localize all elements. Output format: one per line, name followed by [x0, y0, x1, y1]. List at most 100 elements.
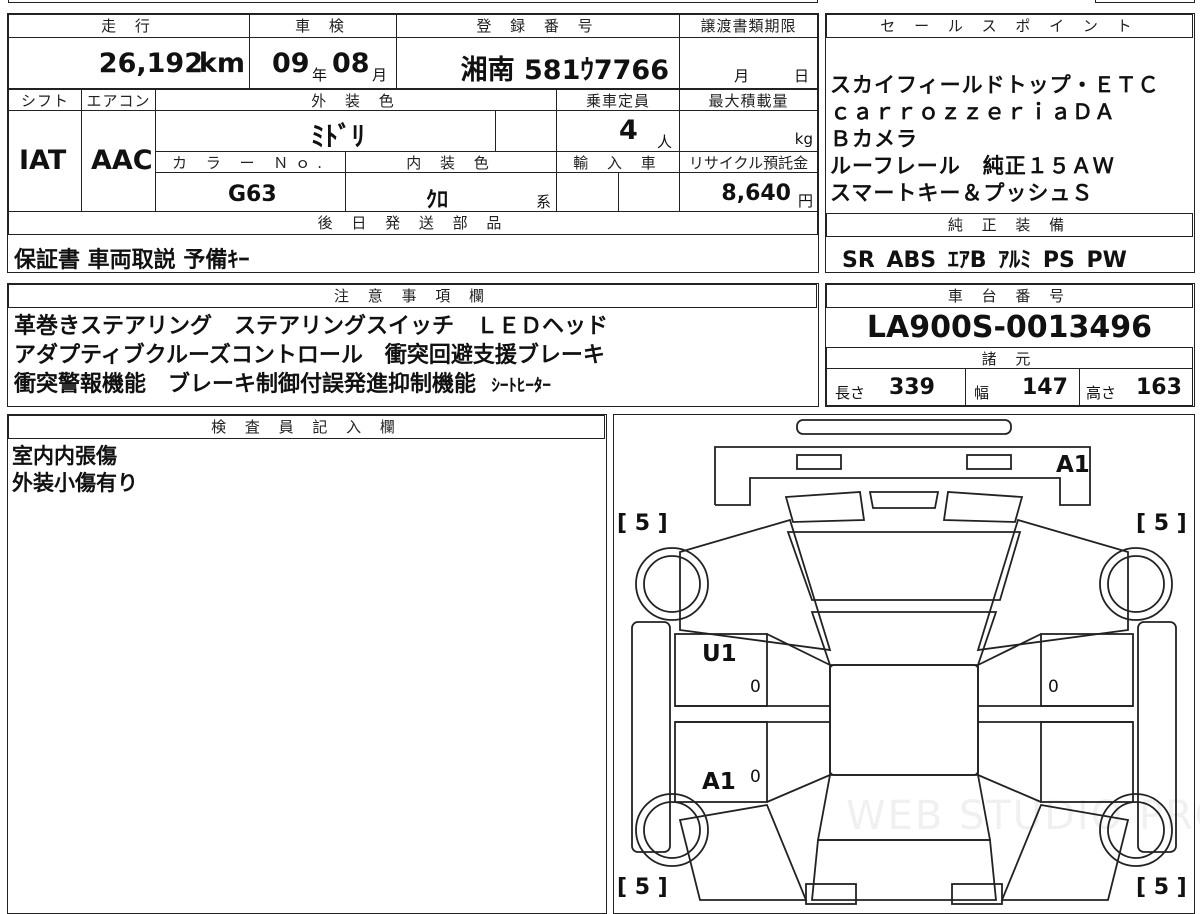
mileage-value: 26,192 — [98, 48, 203, 79]
max-load-cell: kg — [679, 110, 818, 152]
genuine-equipment-header: 純 正 装 備 — [826, 213, 1193, 237]
notes-lines: 革巻きステアリング ステアリングスイッチ ＬＥＤヘッド アダプティブクルーズコン… — [14, 312, 608, 401]
registration-cell: 湘南 581ｳ7766 — [396, 37, 680, 89]
notes-line: アダプティブクルーズコントロール 衝突回避支援ブレーキ — [14, 343, 605, 368]
zero-mark: 0 — [750, 677, 761, 697]
tire-grade-rear-right: [ 5 ] — [1136, 875, 1187, 900]
zero-mark: 0 — [1048, 677, 1059, 697]
registration-value: 湘南 581ｳ7766 — [460, 55, 669, 86]
transfer-deadline-header: 譲渡書類期限 — [679, 14, 818, 38]
genuine-equipment-value: SR ABS ｴｱB ｱﾙﾐ PS PW — [842, 248, 1127, 273]
interior-color-suffix: 系 — [536, 193, 552, 211]
capacity-header: 乗車定員 — [556, 89, 680, 111]
max-load-header: 最大積載量 — [679, 89, 818, 111]
capacity-unit: 人 — [657, 133, 673, 151]
length-value: 339 — [889, 375, 935, 400]
width-cell: 幅 147 — [965, 368, 1080, 406]
watermark: WEB STUDIO PRO — [846, 793, 1200, 839]
notes-extra: ｼｰﾄﾋｰﾀｰ — [491, 376, 551, 396]
top-cut-strip — [8, 0, 818, 3]
transfer-month-unit: 月 — [734, 67, 750, 85]
mileage-header: 走 行 — [8, 14, 250, 38]
shift-header: シフト — [8, 89, 82, 111]
parts-header: 後 日 発 送 部 品 — [8, 211, 818, 235]
inspector-lines: 室内内張傷 外装小傷有り — [12, 443, 138, 497]
aircon-value: AAC — [91, 145, 153, 176]
damage-mark-front: A1 — [1056, 452, 1090, 478]
import-cell-a — [556, 172, 619, 212]
parts-value: 保証書 車両取説 予備ｷｰ — [14, 248, 250, 273]
exterior-color-value: ﾐﾄﾞﾘ — [311, 122, 365, 153]
aircon-header: エアコン — [81, 89, 156, 111]
damage-mark-left-rear-door: A1 — [702, 769, 736, 795]
roof — [828, 663, 979, 776]
color-no-cell: G63 — [155, 172, 346, 212]
headlight-left — [784, 490, 865, 523]
inspection-month-unit: 月 — [372, 66, 388, 84]
right-pillar — [976, 632, 1041, 803]
exterior-color-extra-cell — [495, 110, 557, 152]
car-diagram-box: [ 5 ] [ 5 ] [ 5 ] [ 5 ] A1 U1 A1 0 0 0 W… — [613, 414, 1200, 914]
headlight-right — [942, 490, 1023, 523]
tire-grade-front-left: [ 5 ] — [617, 511, 668, 536]
inspection-header: 車 検 — [249, 14, 397, 38]
length-cell: 長さ 339 — [826, 368, 966, 406]
front-fender-right — [976, 518, 1129, 651]
front-panel — [713, 445, 1091, 506]
notes-line: 革巻きステアリング ステアリングスイッチ ＬＥＤヘッド — [14, 314, 609, 339]
sales-point-item: スカイフィールドトップ・ＥＴＣ — [830, 73, 1160, 97]
recycle-value: 8,640 — [721, 181, 791, 206]
transfer-deadline-cell: 月 日 — [679, 37, 818, 89]
inspection-month: 08 — [332, 48, 370, 79]
dimensions-header: 諸 元 — [826, 347, 1193, 369]
sales-points-list: スカイフィールドトップ・ＥＴＣ ｃａｒｒｏｚｚｅｒｉａＤＡ Ｂカメラ ルーフレー… — [830, 72, 1160, 207]
inspector-box: 検 査 員 記 入 欄 室内内張傷 外装小傷有り — [7, 414, 607, 914]
notes-header: 注 意 事 項 欄 — [8, 284, 817, 308]
color-no-value: G63 — [228, 182, 277, 207]
recycle-header: リサイクル預託金 — [679, 151, 818, 173]
width-label: 幅 — [974, 384, 990, 402]
transfer-day-unit: 日 — [794, 67, 810, 85]
sales-point-item: Ｂカメラ — [830, 127, 918, 151]
max-load-unit: kg — [794, 130, 813, 148]
inspection-cell: 09 年 08 月 — [249, 37, 397, 89]
chassis-header: 車 台 番 号 — [826, 284, 1193, 308]
front-lamp-left — [795, 453, 842, 470]
front-lamp-right — [965, 453, 1012, 470]
length-label: 長さ — [835, 384, 866, 402]
height-label: 高さ — [1086, 384, 1117, 402]
registration-header: 登 録 番 号 — [396, 14, 680, 38]
width-value: 147 — [1022, 375, 1068, 400]
windshield — [810, 610, 997, 666]
grille — [868, 490, 939, 509]
sales-point-item: ｃａｒｒｏｚｚｅｒｉａＤＡ — [830, 100, 1116, 124]
shift-value: IAT — [19, 145, 67, 176]
rear-hatch — [810, 838, 997, 901]
tire-front-left — [634, 546, 709, 621]
right-rear-door — [1039, 720, 1134, 803]
height-cell: 高さ 163 — [1079, 368, 1193, 406]
tire-front-right — [1098, 546, 1173, 621]
tire-rear-left — [634, 792, 709, 867]
interior-color-header: 内 装 色 — [345, 151, 557, 173]
import-header: 輸 入 車 — [556, 151, 680, 173]
inspector-line: 室内内張傷 — [12, 444, 117, 468]
rear-fender-left — [678, 803, 807, 901]
recycle-cell: 8,640 円 — [679, 172, 818, 212]
chassis-value: LA900S-0013496 — [866, 310, 1153, 345]
chassis-box: 車 台 番 号 LA900S-0013496 諸 元 長さ 339 幅 147 … — [825, 283, 1195, 407]
sales-points-box: セ ー ル ス ポ イ ン ト スカイフィールドトップ・ＥＴＣ ｃａｒｒｏｚｚｅ… — [825, 13, 1195, 273]
notes-box: 注 意 事 項 欄 革巻きステアリング ステアリングスイッチ ＬＥＤヘッド アダ… — [7, 283, 819, 407]
top-cut-strip-right — [1095, 0, 1195, 3]
mileage-unit: km — [198, 48, 245, 79]
interior-color-value: ｸﾛ — [426, 188, 449, 213]
height-value: 163 — [1136, 375, 1182, 400]
exterior-color-header: 外 装 色 — [155, 89, 557, 111]
aircon-cell: AAC — [81, 110, 156, 212]
mileage-cell: 26,192 km — [8, 37, 250, 89]
exterior-color-cell: ﾐﾄﾞﾘ — [155, 110, 496, 153]
zero-mark: 0 — [750, 767, 761, 787]
notes-line-text: 衝突警報機能 ブレーキ制御付誤発進抑制機能 — [14, 372, 477, 397]
shift-cell: IAT — [8, 110, 82, 212]
hood — [786, 530, 1021, 601]
